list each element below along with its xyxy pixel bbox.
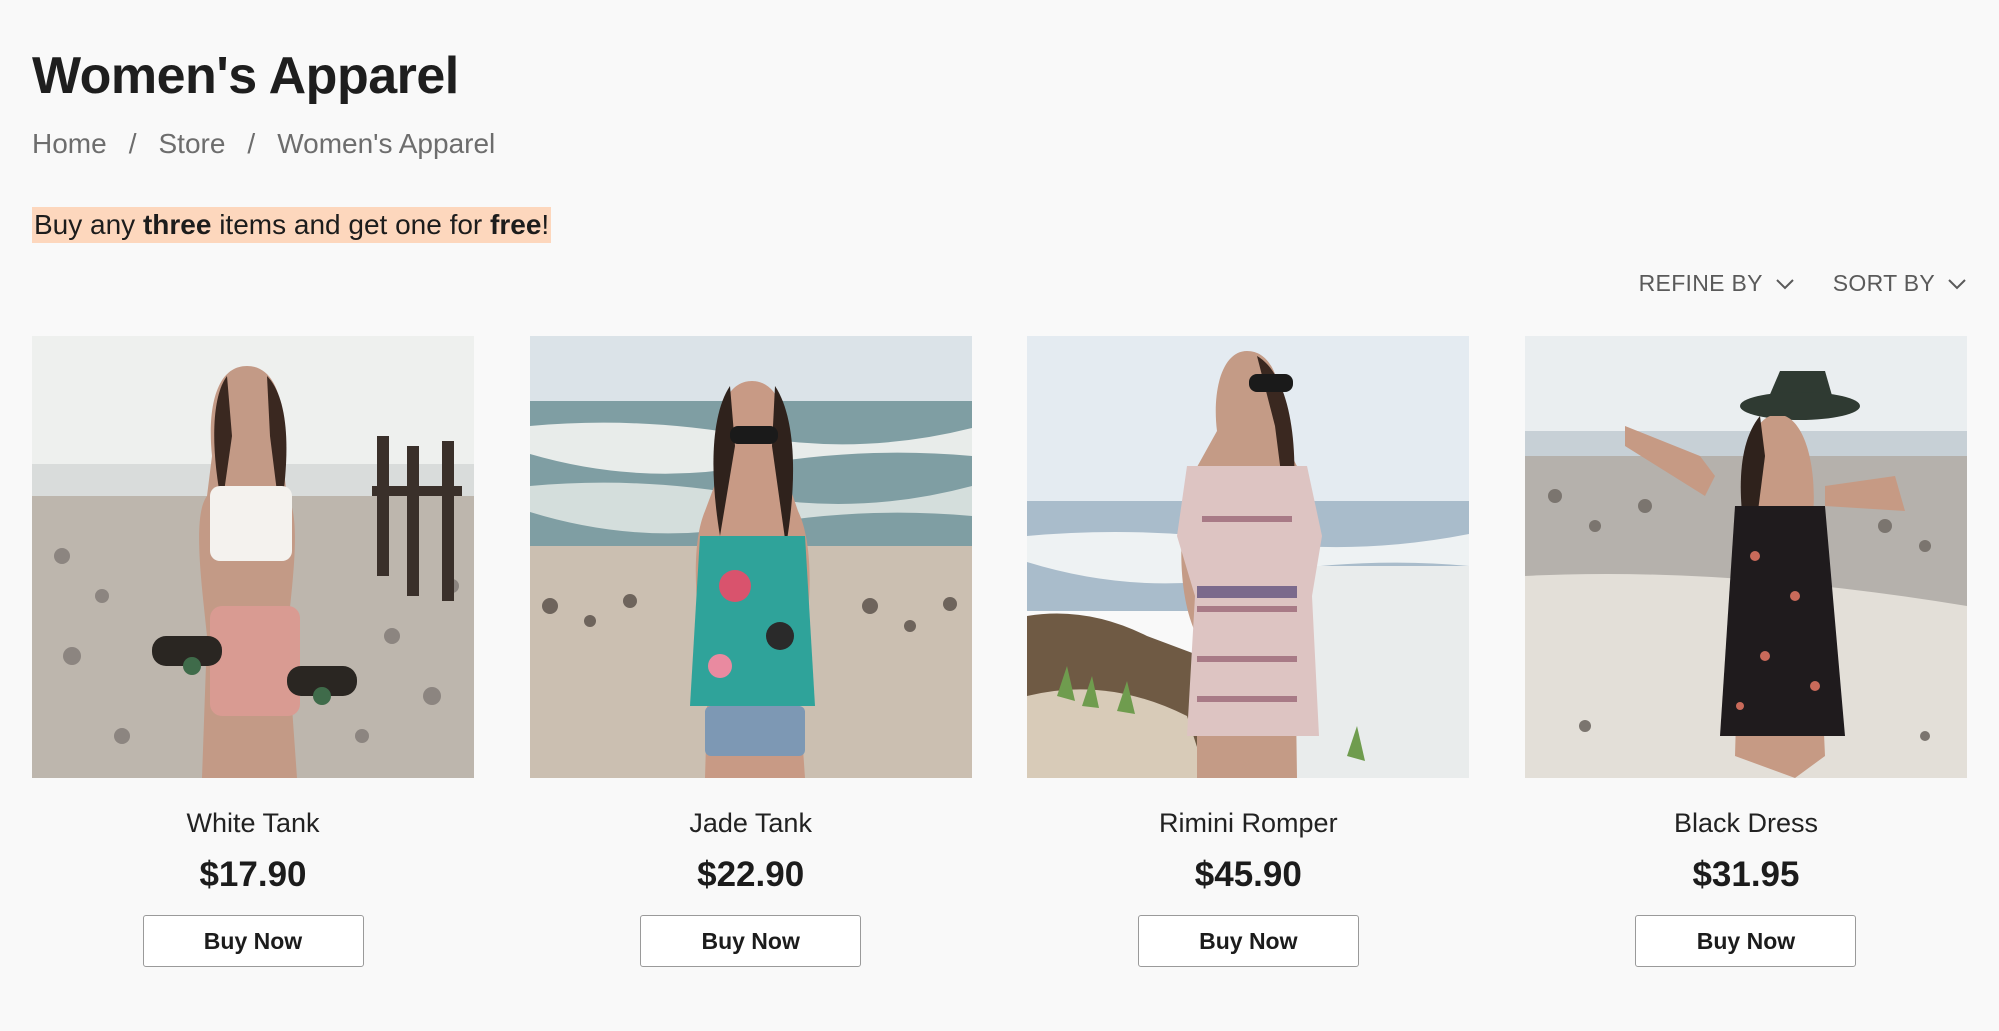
promo-text-start: Buy any xyxy=(34,209,143,240)
breadcrumb-current: Women's Apparel xyxy=(277,128,496,159)
product-card: White Tank $17.90 Buy Now xyxy=(32,336,474,967)
breadcrumb-separator: / xyxy=(247,128,256,159)
promo-banner: Buy any three items and get one for free… xyxy=(32,207,552,243)
product-card: Rimini Romper $45.90 Buy Now xyxy=(1027,336,1470,967)
promo-bold-three: three xyxy=(142,209,212,240)
buy-now-button[interactable]: Buy Now xyxy=(1635,915,1857,967)
sort-by-label: SORT BY xyxy=(1832,270,1935,296)
product-name: Rimini Romper xyxy=(1159,808,1338,838)
refine-by-label: REFINE BY xyxy=(1638,270,1763,296)
product-image-jade-tank[interactable] xyxy=(529,336,972,778)
page-title: Women's Apparel xyxy=(32,47,459,105)
product-name: Black Dress xyxy=(1673,808,1818,838)
breadcrumb: Home / Store / Women's Apparel xyxy=(32,128,495,160)
promo-text-end: ! xyxy=(541,209,550,240)
product-image-rimini-romper[interactable] xyxy=(1027,336,1470,778)
buy-now-button[interactable]: Buy Now xyxy=(640,915,862,967)
product-name: White Tank xyxy=(186,808,320,838)
product-price: $22.90 xyxy=(697,855,805,894)
product-card: Black Dress $31.95 Buy Now xyxy=(1524,336,1967,967)
buy-now-button[interactable]: Buy Now xyxy=(1137,915,1359,967)
sort-by-dropdown[interactable]: SORT BY xyxy=(1833,270,1967,297)
buy-now-button[interactable]: Buy Now xyxy=(142,915,364,967)
chevron-down-icon xyxy=(1948,278,1966,289)
breadcrumb-home[interactable]: Home xyxy=(32,128,107,160)
product-card: Jade Tank $22.90 Buy Now xyxy=(529,336,972,967)
product-price: $17.90 xyxy=(199,855,307,894)
product-price: $45.90 xyxy=(1194,855,1302,894)
product-image-black-dress[interactable] xyxy=(1524,336,1967,778)
product-grid: White Tank $17.90 Buy Now Jade Tank $22.… xyxy=(32,336,1967,967)
breadcrumb-separator: / xyxy=(128,128,137,159)
refine-by-dropdown[interactable]: REFINE BY xyxy=(1639,270,1795,297)
product-image-white-tank[interactable] xyxy=(32,336,474,778)
page: Women's Apparel Home / Store / Women's A… xyxy=(32,0,1967,1031)
filter-bar: REFINE BY SORT BY xyxy=(1639,270,1967,297)
promo-text-middle: items and get one for xyxy=(211,209,491,240)
product-name: Jade Tank xyxy=(689,808,812,838)
breadcrumb-store[interactable]: Store xyxy=(158,128,225,160)
chevron-down-icon xyxy=(1776,278,1794,289)
product-price: $31.95 xyxy=(1692,855,1800,894)
promo-bold-free: free xyxy=(490,209,542,240)
